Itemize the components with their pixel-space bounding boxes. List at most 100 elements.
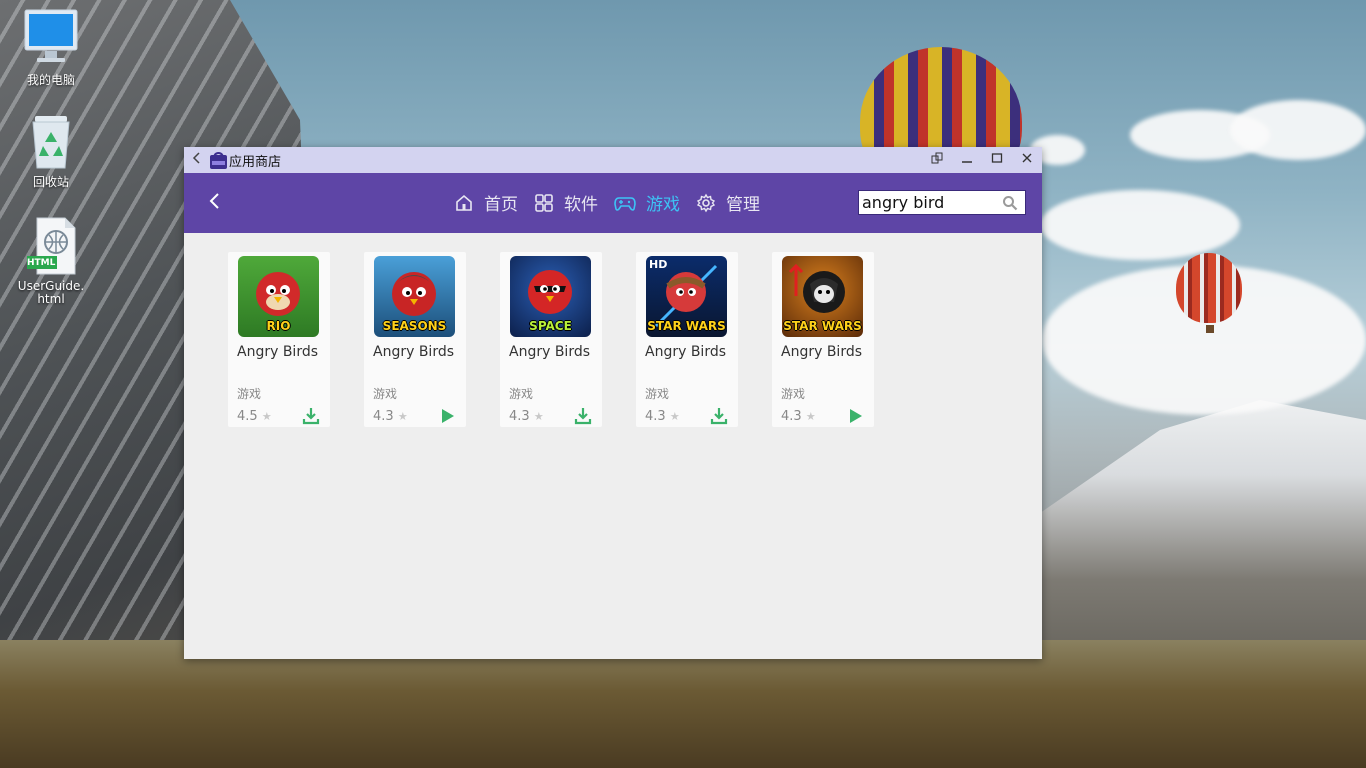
thumbnail-text: STAR WARS [647, 319, 726, 333]
app-rating-value: 4.3 [373, 409, 394, 424]
app-store-icon [210, 151, 227, 169]
window-title: 应用商店 [229, 154, 282, 170]
nav-tabs: 首页 软件 游戏 管理 [454, 190, 776, 215]
app-rating-value: 4.3 [781, 409, 802, 424]
app-category: 游戏 [781, 387, 806, 401]
tab-games-label: 游戏 [646, 195, 680, 215]
app-category: 游戏 [373, 387, 398, 401]
app-category: 游戏 [645, 387, 670, 401]
app-thumbnail: STAR WARS [782, 256, 863, 337]
play-button[interactable] [846, 407, 864, 429]
maximize-button[interactable] [982, 152, 1012, 168]
app-card[interactable]: RIO Angry Birds 游戏 4.5 ★ [228, 252, 330, 427]
tab-software[interactable]: 软件 [534, 190, 598, 215]
nav-back-button[interactable] [208, 191, 222, 215]
download-icon [574, 408, 592, 425]
app-rating-value: 4.3 [509, 409, 530, 424]
home-icon [456, 194, 472, 211]
app-thumbnail: SPACE [510, 256, 591, 337]
restore-icon [931, 152, 943, 164]
search-input[interactable] [859, 193, 995, 212]
app-rating: 4.3 ★ [509, 409, 544, 424]
thumbnail-text: STAR WARS [783, 319, 862, 333]
play-icon [850, 409, 862, 423]
desktop-icon-userguide[interactable]: HTML UserGuide.html [11, 216, 91, 306]
desktop-icon-label: UserGuide.html [17, 279, 85, 306]
star-icon: ★ [533, 410, 544, 423]
app-rating: 4.3 ★ [645, 409, 680, 424]
tab-manage-label: 管理 [726, 195, 760, 215]
app-store-window: 应用商店 首页 软件 游戏 管理 angry bird RIO Angry Bi… [184, 147, 1042, 659]
search-results-grid: RIO Angry Birds 游戏 4.5 ★ SEASONS Angry B… [228, 252, 908, 427]
download-icon [710, 408, 728, 425]
desktop-icon-my-computer[interactable]: 我的电脑 [11, 8, 91, 87]
wallpaper-cloud [1040, 190, 1240, 260]
wallpaper-balloon [1176, 253, 1242, 323]
wallpaper-ground [0, 640, 1366, 768]
titlebar-back-button[interactable] [184, 152, 210, 168]
play-button[interactable] [438, 407, 456, 429]
app-card[interactable]: HD STAR WARS Angry Birds 游戏 4.3 ★ [636, 252, 738, 427]
desktop-icon-recycle-bin[interactable]: 回收站 [11, 112, 91, 189]
restore-button[interactable] [922, 152, 952, 168]
app-card[interactable]: STAR WARS Angry Birds 游戏 4.3 ★ [772, 252, 874, 427]
tab-home-label: 首页 [484, 195, 518, 215]
star-icon: ★ [805, 410, 816, 423]
star-icon: ★ [669, 410, 680, 423]
desktop-icon-label: 我的电脑 [26, 73, 75, 87]
gear-icon [696, 193, 716, 212]
tab-games[interactable]: 游戏 [614, 190, 680, 215]
app-thumbnail: RIO [238, 256, 319, 337]
computer-icon [24, 9, 78, 62]
thumbnail-text: SPACE [529, 319, 572, 333]
grid-icon [535, 193, 553, 212]
wallpaper-cloud [1230, 100, 1366, 160]
app-category: 游戏 [237, 387, 262, 401]
app-card[interactable]: SPACE Angry Birds 游戏 4.3 ★ [500, 252, 602, 427]
app-name: Angry Birds [237, 344, 319, 360]
close-icon [1022, 153, 1032, 163]
app-rating: 4.3 ★ [781, 409, 816, 424]
minimize-button[interactable] [952, 152, 982, 168]
desktop-icon-label: 回收站 [32, 175, 69, 189]
app-thumbnail: SEASONS [374, 256, 455, 337]
download-button[interactable] [302, 407, 320, 429]
nav-bar: 首页 软件 游戏 管理 [184, 173, 1042, 233]
download-button[interactable] [574, 407, 592, 429]
thumbnail-text: SEASONS [382, 319, 447, 333]
app-rating-value: 4.3 [645, 409, 666, 424]
thumbnail-text: RIO [266, 319, 291, 333]
app-name: Angry Birds [781, 344, 863, 360]
thumbnail-hd-badge: HD [649, 258, 668, 271]
app-rating: 4.5 ★ [237, 409, 272, 424]
app-thumbnail: HD STAR WARS [646, 256, 727, 337]
search-button[interactable] [995, 195, 1025, 211]
app-name: Angry Birds [373, 344, 455, 360]
back-icon [192, 152, 200, 164]
download-button[interactable] [710, 407, 728, 429]
chevron-left-icon [209, 193, 219, 209]
app-rating-value: 4.5 [237, 409, 258, 424]
app-name: Angry Birds [645, 344, 727, 360]
recycle-bin-icon [32, 116, 70, 169]
minimize-icon [962, 161, 972, 163]
wallpaper-balloon-basket [1206, 325, 1214, 333]
app-category: 游戏 [509, 387, 534, 401]
tab-software-label: 软件 [564, 195, 598, 215]
app-name: Angry Birds [509, 344, 591, 360]
maximize-icon [991, 153, 1003, 163]
download-icon [302, 408, 320, 425]
star-icon: ★ [397, 410, 408, 423]
star-icon: ★ [261, 410, 272, 423]
title-bar: 应用商店 [184, 147, 1042, 173]
app-rating: 4.3 ★ [373, 409, 408, 424]
desktop: 我的电脑 回收站 HTML UserGuide.html 应用商店 首页 软件 … [0, 0, 1366, 768]
play-icon [442, 409, 454, 423]
tab-home[interactable]: 首页 [454, 190, 518, 215]
search-box[interactable] [858, 190, 1026, 215]
close-button[interactable] [1012, 152, 1042, 168]
tab-manage[interactable]: 管理 [696, 190, 760, 215]
html-badge: HTML [27, 258, 56, 268]
search-icon [1003, 195, 1018, 210]
app-card[interactable]: SEASONS Angry Birds 游戏 4.3 ★ [364, 252, 466, 427]
